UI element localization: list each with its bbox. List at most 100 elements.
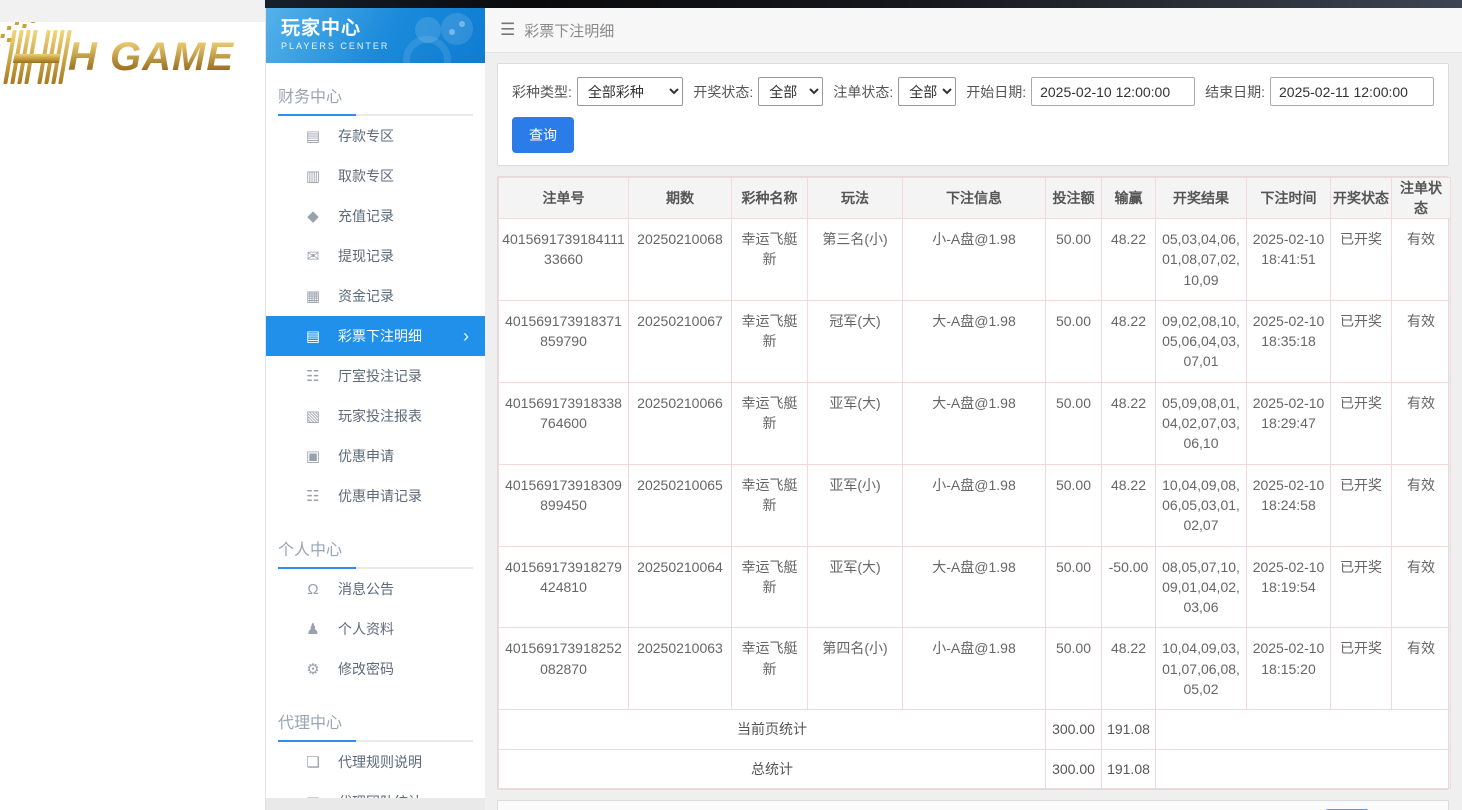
bet-status-label: 注单状态: — [833, 82, 893, 102]
table-cell: 2025-02-10 18:19:54 — [1247, 546, 1331, 628]
pagination-bar: 每页显示20条 共6条 首页 上一页 [1] 下一页 第 页 跳转 — [497, 800, 1449, 810]
sidebar-item-entry[interactable]: ▣优惠申请 — [266, 436, 485, 476]
table-cell: 2025-02-10 18:24:58 — [1247, 464, 1331, 546]
table-cell: -50.00 — [1102, 546, 1156, 628]
sidebar-item-label: 个人资料 — [338, 619, 394, 639]
table-cell: 已开奖 — [1331, 546, 1392, 628]
column-header: 注单状态 — [1392, 178, 1451, 219]
table-cell: 50.00 — [1046, 464, 1102, 546]
sidebar-item-entry[interactable]: ☷ 优惠申请记录 — [266, 476, 485, 516]
sidebar-item-entry[interactable]: ▦资金记录 — [266, 276, 485, 316]
sidebar-item-entry[interactable]: ❏代理规则说明 — [266, 742, 485, 782]
table-cell: 50.00 — [1046, 300, 1102, 382]
sidebar-item-entry[interactable]: ⚙修改密码 — [266, 649, 485, 689]
table-cell: 20250210068 — [629, 219, 732, 301]
filter-panel: 彩种类型: 全部彩种 开奖状态: 全部 注单状态: 全部 开始日期: 结束日期:… — [497, 63, 1449, 166]
table-cell: 幸运飞艇新 — [732, 546, 808, 628]
top-dark-strip — [265, 0, 1462, 8]
sidebar-item-entry[interactable]: ☷厅室投注记录 — [266, 356, 485, 396]
table-cell: 小-A盘@1.98 — [903, 628, 1046, 710]
sidebar-item-entry[interactable]: ♟个人资料 — [266, 609, 485, 649]
start-date-input[interactable] — [1031, 77, 1195, 106]
document-icon: ❏ — [303, 753, 323, 771]
start-date-label: 开始日期: — [966, 82, 1026, 102]
table-cell: 09,02,08,10,05,06,04,03,07,01 — [1156, 300, 1247, 382]
sidebar-item-entry[interactable]: ✉ 提现记录 — [266, 236, 485, 276]
sidebar-header: 玩家中心 PLAYERS CENTER — [266, 8, 485, 63]
table-cell: 幸运飞艇新 — [732, 219, 808, 301]
sidebar-item-label: 优惠申请记录 — [338, 486, 422, 506]
table-cell: 幸运飞艇新 — [732, 464, 808, 546]
sidebar-item-label: 提现记录 — [338, 246, 394, 266]
table-cell: 10,04,09,03,01,07,06,08,05,02 — [1156, 628, 1247, 710]
table-cell: 50.00 — [1046, 382, 1102, 464]
withdraw-record-wallet-icon: ✉ — [303, 247, 323, 265]
table-row: 40156917391837185979020250210067幸运飞艇新冠军(… — [499, 300, 1451, 382]
table-cell: 已开奖 — [1331, 382, 1392, 464]
draw-status-label: 开奖状态: — [693, 82, 753, 102]
sidebar-item-entry[interactable]: ▤存款专区 — [266, 116, 485, 156]
table-cell: 大-A盘@1.98 — [903, 382, 1046, 464]
bet-status-select[interactable]: 全部 — [898, 77, 956, 106]
table-cell: 20250210066 — [629, 382, 732, 464]
summary-label: 总统计 — [499, 749, 1046, 788]
summary-row: 当前页统计300.00191.08 — [499, 710, 1451, 749]
sidebar-item-active[interactable]: ▤彩票下注明细› — [266, 316, 485, 356]
table-cell: 401569173918309899450 — [499, 464, 629, 546]
summary-win-total: 191.08 — [1102, 749, 1156, 788]
table-row: 40156917391825208287020250210063幸运飞艇新第四名… — [499, 628, 1451, 710]
sidebar-item-label: 资金记录 — [338, 286, 394, 306]
sidebar-item-entry[interactable]: Ω消息公告 — [266, 569, 485, 609]
table-cell: 有效 — [1392, 300, 1451, 382]
table-cell: 401569173918411133660 — [499, 219, 629, 301]
table-cell: 48.22 — [1102, 382, 1156, 464]
table-cell: 已开奖 — [1331, 219, 1392, 301]
promo-apply-records-icon: ☷ — [303, 487, 323, 505]
column-header: 开奖状态 — [1331, 178, 1392, 219]
table-cell: 有效 — [1392, 382, 1451, 464]
summary-label: 当前页统计 — [499, 710, 1046, 749]
sidebar-item-label: 厅室投注记录 — [338, 366, 422, 386]
sidebar-item-label: 修改密码 — [338, 659, 394, 679]
column-header: 彩种名称 — [732, 178, 808, 219]
table-cell: 401569173918371859790 — [499, 300, 629, 382]
column-header: 期数 — [629, 178, 732, 219]
table-cell: 有效 — [1392, 219, 1451, 301]
table-cell: 第四名(小) — [808, 628, 903, 710]
table-cell: 48.22 — [1102, 464, 1156, 546]
lottery-type-label: 彩种类型: — [512, 82, 572, 102]
site-left-background: H GAME — [0, 0, 265, 810]
table-cell: 幸运飞艇新 — [732, 300, 808, 382]
table-cell: 已开奖 — [1331, 300, 1392, 382]
table-header: 注单号期数彩种名称玩法下注信息投注额输赢开奖结果下注时间开奖状态注单状态 — [499, 178, 1451, 219]
sidebar-item-entry[interactable]: ◆充值记录 — [266, 196, 485, 236]
table-cell: 亚军(大) — [808, 546, 903, 628]
table-cell: 20250210064 — [629, 546, 732, 628]
logo-striped-h-icon — [1, 28, 73, 86]
sidebar-item-entry[interactable]: ▥取款专区 — [266, 156, 485, 196]
column-header: 投注额 — [1046, 178, 1102, 219]
site-top-strip — [0, 0, 265, 22]
player-bet-report-icon: ▧ — [303, 407, 323, 425]
end-date-input[interactable] — [1270, 77, 1434, 106]
sidebar-bottom-strip — [266, 798, 485, 810]
menu-toggle-icon[interactable]: ☰ — [500, 20, 515, 40]
logo-band: H GAME — [0, 22, 265, 92]
lottery-type-select[interactable]: 全部彩种 — [577, 77, 683, 106]
players-center-page: H GAME 玩家中心 PLAYERS CENTER 财务中心▤存款专区▥取款专… — [0, 0, 1462, 810]
recharge-moneybag-icon: ◆ — [303, 207, 323, 225]
bet-detail-table: 注单号期数彩种名称玩法下注信息投注额输赢开奖结果下注时间开奖状态注单状态 401… — [498, 177, 1451, 789]
table-cell: 幸运飞艇新 — [732, 628, 808, 710]
summary-bet-total: 300.00 — [1046, 749, 1102, 788]
table-row: 40156917391841113366020250210068幸运飞艇新第三名… — [499, 219, 1451, 301]
sidebar-menu: 财务中心▤存款专区▥取款专区◆充值记录✉提现记录▦资金记录▤彩票下注明细›☷厅室… — [266, 83, 485, 810]
column-header: 下注信息 — [903, 178, 1046, 219]
table-cell: 亚军(小) — [808, 464, 903, 546]
draw-status-select[interactable]: 全部 — [758, 77, 823, 106]
sidebar-item-entry[interactable]: ▧玩家投注报表 — [266, 396, 485, 436]
table-cell: 401569173918252082870 — [499, 628, 629, 710]
column-header: 下注时间 — [1247, 178, 1331, 219]
table-row: 40156917391833876460020250210066幸运飞艇新亚军(… — [499, 382, 1451, 464]
query-button[interactable]: 查询 — [512, 117, 574, 153]
table-cell: 有效 — [1392, 464, 1451, 546]
